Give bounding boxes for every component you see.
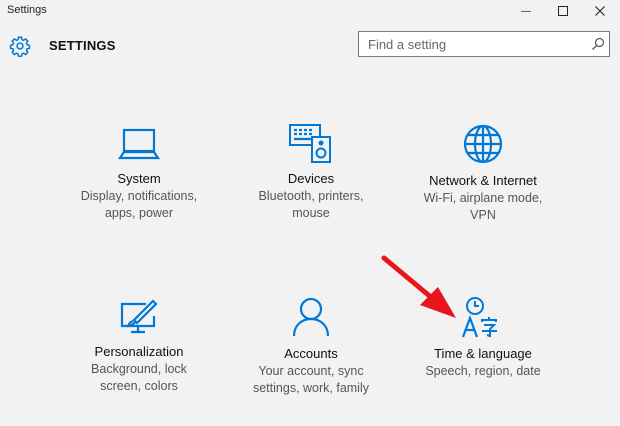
search-input[interactable] (359, 32, 588, 56)
maximize-icon (558, 6, 568, 16)
search-box[interactable] (358, 31, 610, 57)
tile-description: Background, lock screen, colors (91, 362, 187, 393)
tile-label: Time & language (434, 346, 532, 361)
tile-network-internet[interactable]: Network & Internet Wi-Fi, airplane mode,… (408, 123, 558, 224)
tile-description: Bluetooth, printers, mouse (258, 189, 364, 220)
tile-system[interactable]: System Display, notifications, apps, powe… (64, 123, 214, 222)
tile-label: Network & Internet (429, 173, 537, 188)
tile-description: Your account, sync settings, work, family (252, 364, 369, 395)
laptop-icon (118, 128, 160, 160)
minimize-button[interactable]: — (506, 0, 546, 22)
tile-label: Personalization (94, 344, 184, 359)
tile-accounts[interactable]: Accounts Your account, sync settings, wor… (236, 296, 386, 397)
window-title: Settings (7, 4, 47, 16)
time-language-icon (461, 297, 497, 338)
settings-header: SETTINGS (0, 22, 620, 66)
gear-icon (9, 36, 31, 57)
tile-devices[interactable]: Devices Bluetooth, printers, mouse (236, 123, 386, 222)
close-button[interactable] (580, 0, 620, 22)
tile-description: Wi-Fi, airplane mode, VPN (423, 191, 543, 222)
search-icon[interactable] (591, 37, 605, 51)
tile-description: Speech, region, date (425, 364, 541, 378)
close-icon (595, 6, 605, 16)
tile-personalization[interactable]: Personalization Background, lock screen, … (64, 296, 214, 395)
tile-label: Devices (287, 171, 335, 186)
person-icon (292, 297, 330, 337)
personalization-icon (120, 299, 158, 334)
maximize-button[interactable] (543, 0, 583, 22)
page-title: SETTINGS (49, 38, 116, 53)
tile-label: Accounts (284, 346, 338, 361)
devices-icon (289, 124, 331, 163)
minimize-icon: — (521, 5, 531, 17)
tile-time-language[interactable]: Time & language Speech, region, date (408, 296, 558, 380)
tile-label: System (117, 171, 161, 186)
title-bar: Settings — (0, 0, 620, 22)
globe-icon (463, 124, 503, 164)
tile-description: Display, notifications, apps, power (80, 189, 198, 220)
